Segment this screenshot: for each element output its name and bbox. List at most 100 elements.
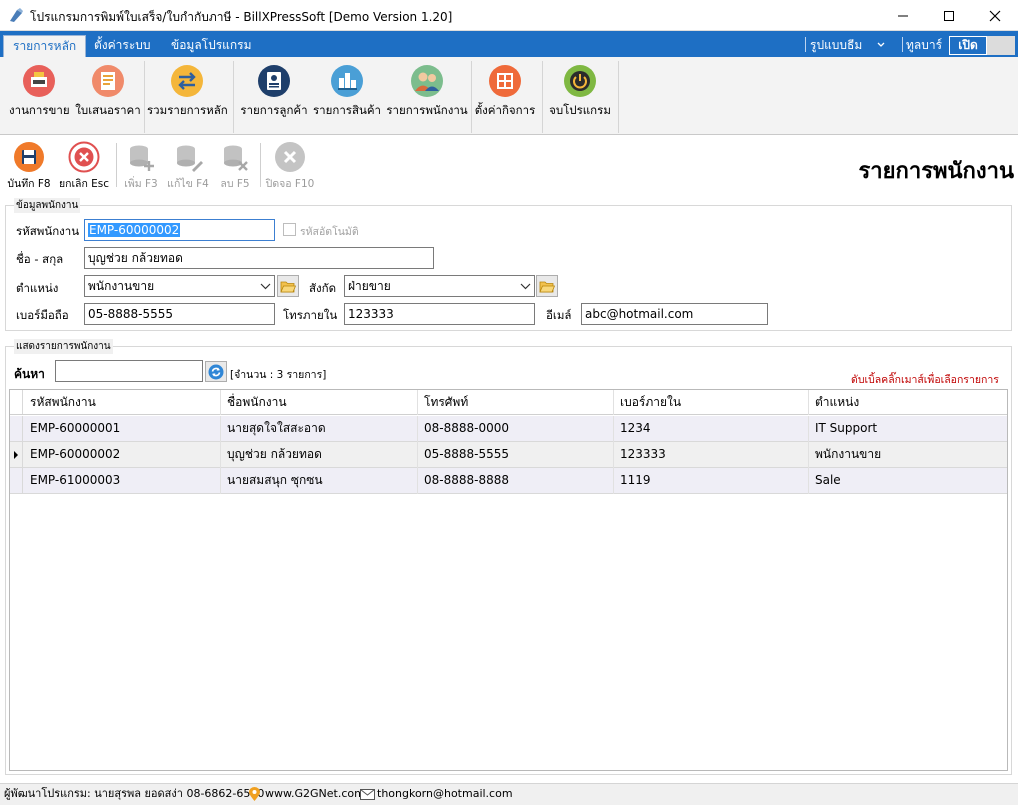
department-browse-button[interactable] — [536, 275, 558, 297]
department-select[interactable]: ฝ่ายขาย — [344, 275, 535, 297]
email-icon — [360, 789, 375, 800]
email-field[interactable]: abc@hotmail.com — [581, 303, 768, 325]
contact-email[interactable]: thongkorn@hotmail.com — [377, 784, 513, 804]
tab-system-settings[interactable]: ตั้งค่าระบบ — [85, 35, 160, 57]
add-label: เพิ่ม F3 — [124, 178, 158, 190]
email-label: อีเมล์ — [546, 308, 572, 322]
close-window-button[interactable] — [972, 0, 1018, 31]
chevron-down-icon — [260, 283, 271, 290]
ribbon-label: ตั้งค่ากิจการ — [474, 103, 536, 117]
save-button[interactable]: บันทึก F8 — [5, 141, 53, 192]
table-cell: 1119 — [614, 468, 809, 494]
close-screen-label: ปิดจอ F10 — [265, 178, 315, 190]
table-cell: 08-8888-0000 — [418, 416, 614, 442]
divider — [902, 37, 903, 52]
developer-info: ผู้พัฒนาโปรแกรม: นายสุรพล ยอดสง่า 08-686… — [4, 787, 265, 800]
theme-menu[interactable]: รูปแบบธีม — [810, 36, 862, 54]
location-pin-icon — [249, 787, 260, 801]
add-button[interactable]: เพิ่ม F3 — [120, 141, 162, 192]
row-selector[interactable] — [10, 416, 23, 441]
toolbar-menu: ทูลบาร์ — [906, 38, 943, 52]
table-cell: บุญช่วย กล้วยทอด — [221, 442, 418, 468]
table-cell: 123333 — [614, 442, 809, 468]
ribbon-label: รายการสินค้า — [313, 103, 382, 117]
row-selector[interactable] — [10, 468, 23, 493]
auto-code-checkbox[interactable] — [283, 223, 296, 236]
refresh-icon — [208, 364, 224, 379]
minimize-button[interactable] — [880, 0, 926, 31]
employee-id-label: รหัสพนักงาน — [16, 224, 80, 238]
column-header[interactable]: ตำแหน่ง — [809, 390, 1007, 415]
ribbon-label: งานการขาย — [9, 103, 70, 117]
table-row[interactable]: EMP-60000002 บุญช่วย กล้วยทอด 05-8888-55… — [10, 442, 1007, 468]
header-row-selector — [10, 390, 23, 414]
position-value: พนักงานขาย — [88, 279, 155, 293]
employee-list-button[interactable]: รายการพนักงาน — [386, 64, 468, 120]
maximize-button[interactable] — [926, 0, 972, 31]
quotation-button[interactable]: ใบเสนอราคา — [75, 64, 141, 120]
divider — [805, 37, 806, 52]
product-list-button[interactable]: รายการสินค้า — [313, 64, 381, 120]
table-cell: พนักงานขาย — [815, 447, 882, 461]
column-header[interactable]: โทรศัพท์ — [418, 390, 614, 415]
products-icon — [331, 65, 363, 97]
tab-label: ตั้งค่าระบบ — [94, 38, 151, 52]
table-cell: IT Support — [815, 421, 878, 435]
table-cell: EMP-60000001 — [24, 416, 221, 442]
exit-program-button[interactable]: จบโปรแกรม — [548, 64, 612, 120]
customer-list-button[interactable]: รายการลูกค้า — [240, 64, 308, 120]
column-header[interactable]: รหัสพนักงาน — [24, 390, 221, 415]
column-header[interactable]: เบอร์ภายใน — [614, 390, 809, 415]
ribbon-label: ใบเสนอราคา — [75, 103, 141, 117]
extension-field[interactable]: 123333 — [344, 303, 535, 325]
position-browse-button[interactable] — [277, 275, 299, 297]
cancel-icon — [68, 141, 100, 173]
refresh-button[interactable] — [205, 361, 227, 382]
position-select[interactable]: พนักงานขาย — [84, 275, 275, 297]
toolbar-toggle-on[interactable]: เปิด — [949, 36, 987, 55]
ribbon-divider — [542, 61, 543, 133]
mobile-field[interactable]: 05-8888-5555 — [84, 303, 275, 325]
ribbon-divider — [618, 61, 619, 133]
ribbon-label: รวมรายการหลัก — [147, 103, 228, 117]
merge-items-button[interactable]: รวมรายการหลัก — [147, 64, 228, 120]
row-selector[interactable] — [10, 442, 23, 467]
business-settings-button[interactable]: ตั้งค่ากิจการ — [474, 64, 536, 120]
chevron-down-icon — [520, 283, 531, 290]
folder-icon — [539, 281, 555, 292]
ribbon-divider — [471, 61, 472, 133]
column-header[interactable]: ชื่อพนักงาน — [221, 390, 418, 415]
table-cell: EMP-60000002 — [24, 442, 221, 468]
tab-main-items[interactable]: รายการหลัก — [3, 35, 87, 57]
table-row[interactable]: EMP-61000003 นายสมสนุก ซุกซน 08-8888-888… — [10, 468, 1007, 494]
power-icon — [564, 65, 596, 97]
edit-button[interactable]: แก้ไข F4 — [165, 141, 211, 192]
table-cell: 05-8888-5555 — [418, 442, 614, 468]
status-bar: ผู้พัฒนาโปรแกรม: นายสุรพล ยอดสง่า 08-686… — [0, 783, 1018, 805]
close-screen-button[interactable]: ปิดจอ F10 — [264, 141, 316, 192]
search-input[interactable] — [55, 360, 203, 382]
website-link[interactable]: www.G2GNet.com — [265, 784, 365, 804]
tab-program-info[interactable]: ข้อมูลโปรแกรม — [162, 35, 261, 57]
cancel-button[interactable]: ยกเลิก Esc — [58, 141, 110, 192]
tab-label: รายการหลัก — [13, 39, 77, 53]
business-settings-icon — [489, 65, 521, 97]
customer-card-icon — [258, 65, 290, 97]
database-delete-icon — [224, 145, 248, 171]
delete-label: ลบ F5 — [220, 178, 250, 190]
ribbon-divider — [233, 61, 234, 133]
employee-id-field[interactable]: EMP-60000002 — [84, 219, 275, 241]
delete-button[interactable]: ลบ F5 — [214, 141, 256, 192]
toolbar-toggle-off[interactable] — [987, 36, 1015, 55]
sales-button[interactable]: งานการขาย — [9, 64, 70, 120]
table-cell: Sale — [815, 473, 841, 487]
database-add-icon — [130, 145, 154, 171]
table-row[interactable]: EMP-60000001 นายสุดใจใสสะอาด 08-8888-000… — [10, 416, 1007, 442]
tab-label: ข้อมูลโปรแกรม — [171, 38, 252, 52]
mobile-label: เบอร์มือถือ — [16, 308, 69, 322]
chevron-down-icon[interactable] — [877, 42, 885, 48]
ribbon-label: รายการลูกค้า — [240, 103, 308, 117]
close-icon — [989, 10, 1001, 21]
page-title: รายการพนักงาน — [858, 158, 1014, 184]
name-field[interactable]: บุญช่วย กล้วยทอด — [84, 247, 434, 269]
